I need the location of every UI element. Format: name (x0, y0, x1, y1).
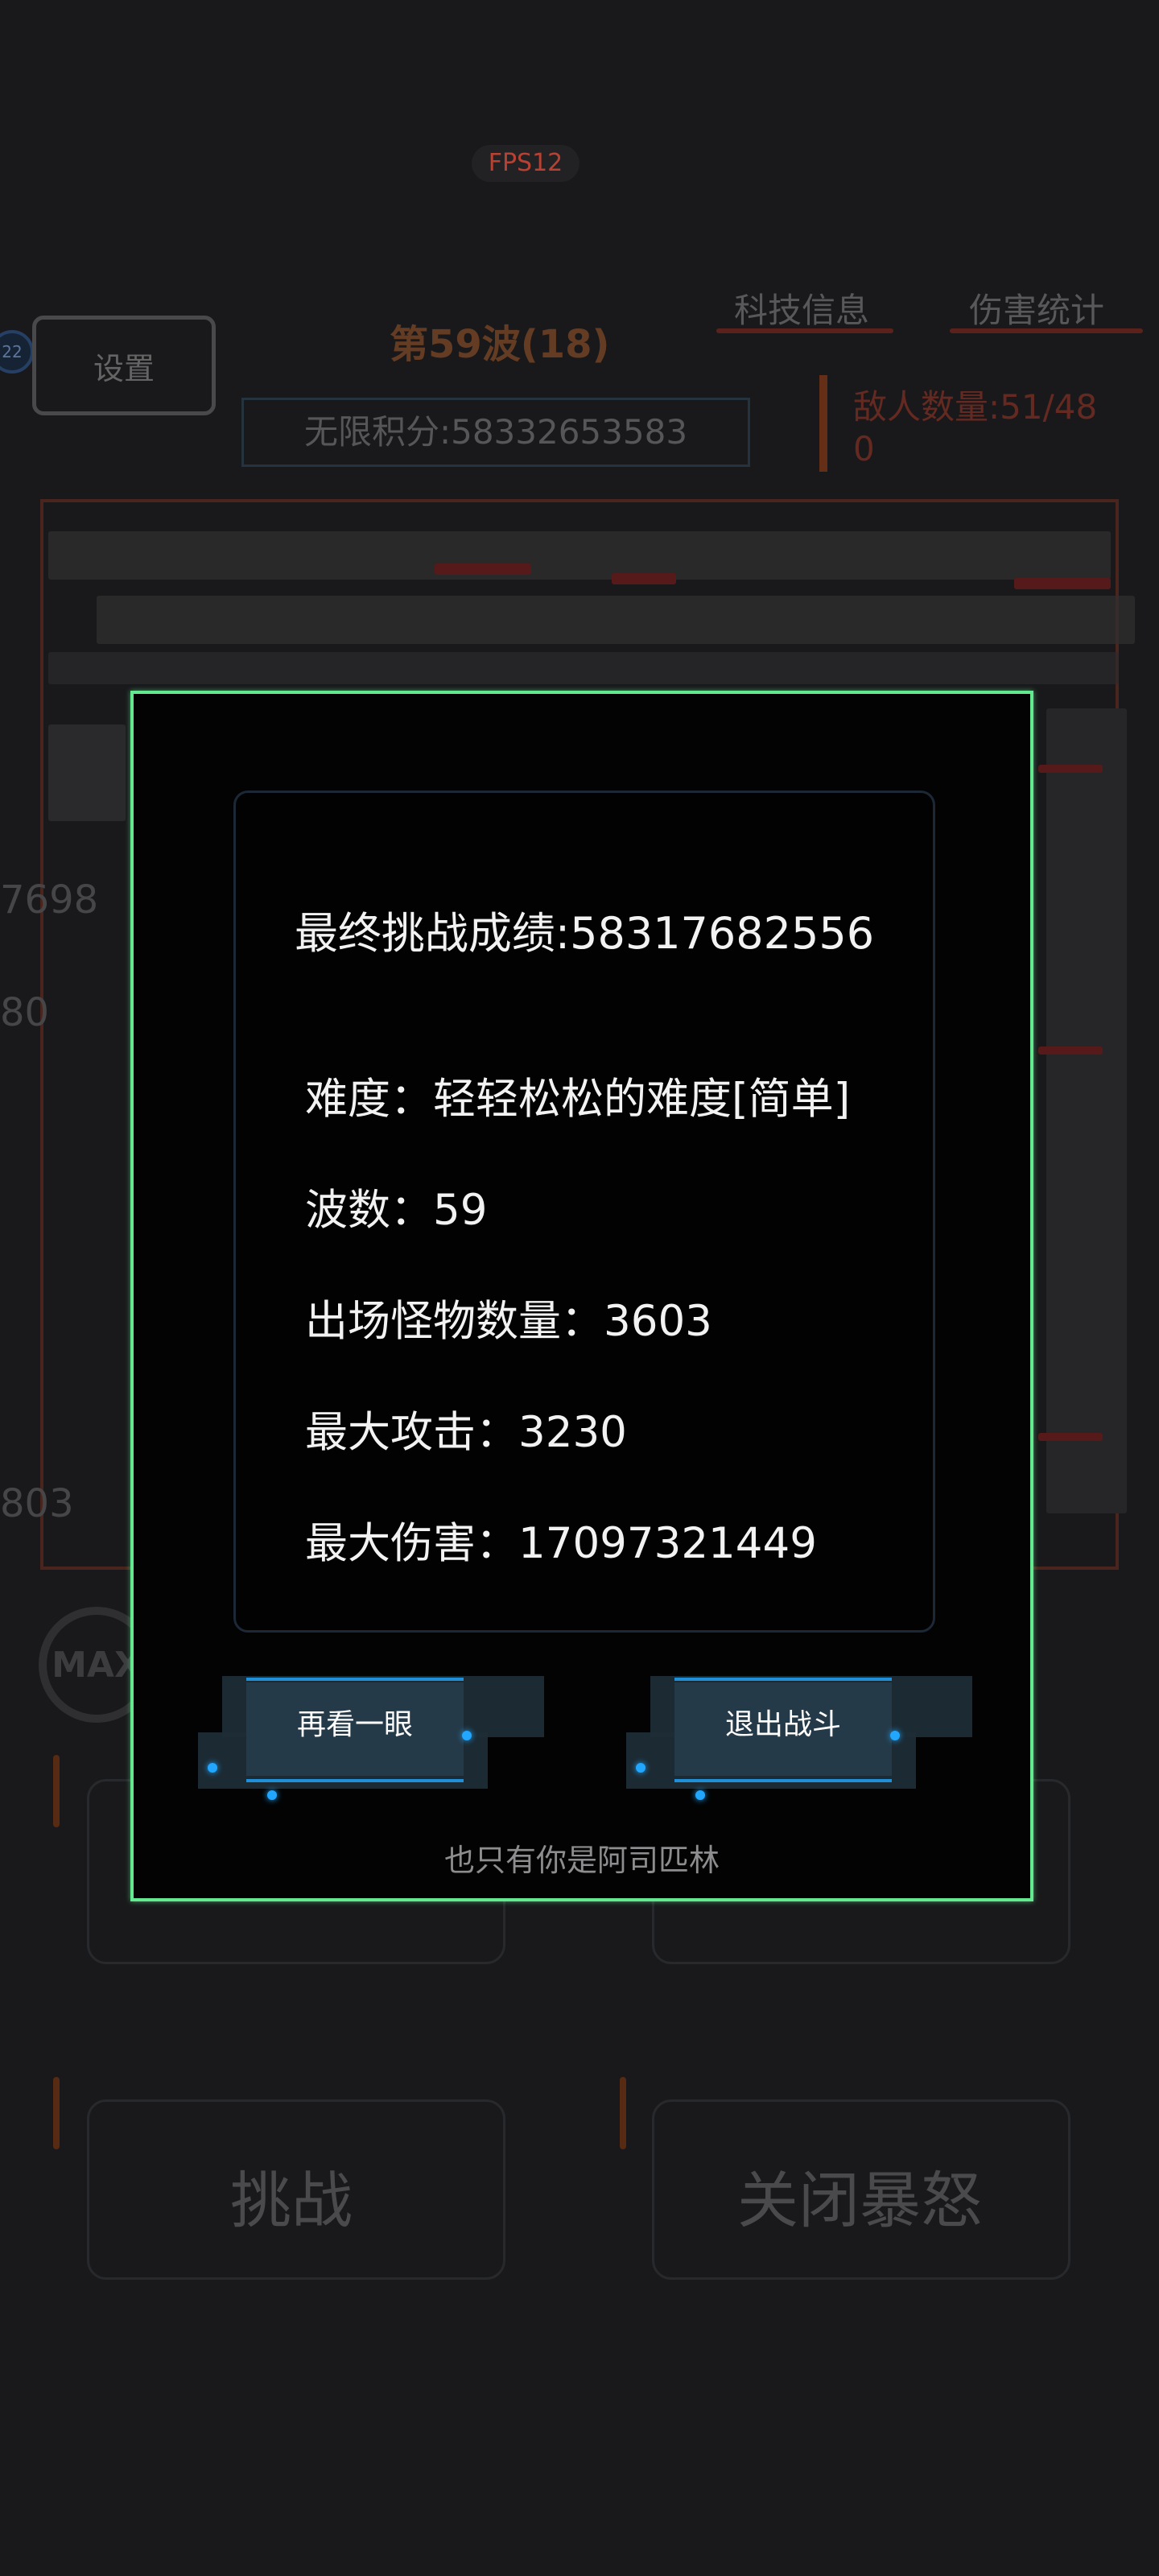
game-screen: FPS12 科技信息 伤害统计 22 设置 第59波(18) 无限积分:5833… (0, 0, 1159, 2576)
button-glow (246, 1678, 464, 1681)
waves-stat: 波数：59 (305, 1186, 488, 1235)
monster-count-stat: 出场怪物数量：3603 (305, 1297, 712, 1346)
final-score: 最终挑战成绩:58317682556 (294, 908, 875, 959)
button-glow (674, 1678, 892, 1681)
difficulty-stat: 难度：轻轻松松的难度[简单] (305, 1075, 851, 1124)
exit-battle-button[interactable]: 退出战斗 (626, 1676, 972, 1805)
review-button[interactable]: 再看一眼 (198, 1676, 544, 1805)
battle-result-dialog: 最终挑战成绩:58317682556 难度：轻轻松松的难度[简单] 波数：59 … (130, 691, 1033, 1901)
exit-button-label: 退出战斗 (724, 1708, 841, 1741)
button-glow (674, 1779, 892, 1782)
button-light (267, 1790, 277, 1800)
result-panel: 最终挑战成绩:58317682556 难度：轻轻松松的难度[简单] 波数：59 … (233, 791, 935, 1633)
max-attack-stat: 最大攻击：3230 (305, 1408, 627, 1457)
button-light (695, 1790, 705, 1800)
max-damage-stat: 最大伤害：17097321449 (305, 1519, 817, 1568)
button-glow (246, 1779, 464, 1782)
review-button-label: 再看一眼 (296, 1708, 413, 1741)
footer-note: 也只有你是阿司匹林 (443, 1843, 720, 1878)
button-light (208, 1763, 217, 1773)
button-light (636, 1763, 645, 1773)
